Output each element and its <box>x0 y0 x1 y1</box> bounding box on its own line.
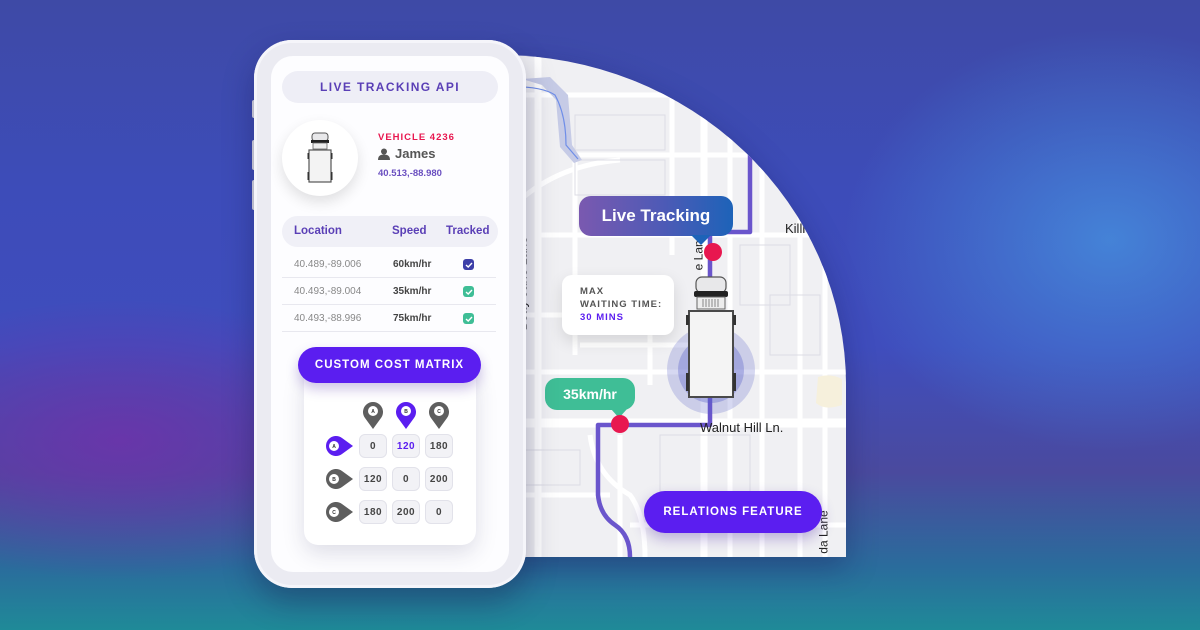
vehicle-coordinates: 40.513,-88.980 <box>378 168 442 179</box>
vehicle-id: VEHICLE 4236 <box>378 132 455 143</box>
matrix-cell-c-b[interactable]: 200 <box>392 500 420 524</box>
matrix-cell-a-a[interactable]: 0 <box>359 434 387 458</box>
matrix-cell-a-b[interactable]: 120 <box>392 434 420 458</box>
row-location: 40.493,-89.004 <box>294 286 362 297</box>
matrix-cell-c-c[interactable]: 0 <box>425 500 453 524</box>
column-header-tracked: Tracked <box>446 225 490 237</box>
column-pin-b-label: B <box>404 409 408 415</box>
street-label-walnut-hill: Walnut Hill Ln. <box>700 420 784 435</box>
row-speed: 60km/hr <box>393 259 432 270</box>
column-pin-a-label: A <box>371 409 375 415</box>
driver-name-text: James <box>395 146 436 161</box>
street-label-top-partial: C <box>748 125 763 135</box>
check-icon <box>465 289 473 295</box>
row-location: 40.493,-88.996 <box>294 313 362 324</box>
table-row[interactable]: 40.493,-88.996 75km/hr <box>282 305 496 332</box>
column-header-location: Location <box>294 225 342 237</box>
driver-name: James <box>378 146 435 161</box>
vehicle-avatar <box>282 120 358 196</box>
column-pin-b-icon: B <box>396 402 416 429</box>
column-header-speed: Speed <box>392 225 427 237</box>
truck-avatar-icon <box>307 132 333 183</box>
relations-feature-button[interactable]: RELATIONS FEATURE <box>644 491 822 533</box>
wait-line-1: MAX <box>580 286 605 297</box>
truck-icon <box>686 276 736 398</box>
tracked-checkbox[interactable] <box>463 313 474 324</box>
column-pin-c-label: C <box>437 409 441 415</box>
row-speed: 35km/hr <box>393 286 432 297</box>
row-pin-c-label: C <box>332 510 336 516</box>
wait-value: 30 MINS <box>580 312 624 323</box>
tracked-checkbox[interactable] <box>463 259 474 270</box>
user-icon <box>378 148 390 160</box>
page-title: LIVE TRACKING API <box>282 71 498 103</box>
tracked-checkbox[interactable] <box>463 286 474 297</box>
check-icon <box>465 316 473 322</box>
live-tracking-bubble: Live Tracking <box>579 196 733 245</box>
speed-bubble: 35km/hr <box>545 378 635 418</box>
matrix-cell-b-b[interactable]: 0 <box>392 467 420 491</box>
max-waiting-time-card: MAX WAITING TIME: 30 MINS <box>562 275 674 335</box>
check-icon <box>465 262 473 268</box>
live-tracking-label: Live Tracking <box>601 206 711 225</box>
row-pin-b-label: B <box>332 477 336 483</box>
row-pin-a-label: A <box>332 444 336 450</box>
matrix-cell-b-a[interactable]: 120 <box>359 467 387 491</box>
column-pin-c-icon: C <box>429 402 449 429</box>
matrix-cell-c-a[interactable]: 180 <box>359 500 387 524</box>
row-speed: 75km/hr <box>393 313 432 324</box>
tracking-table-header: Location Speed Tracked <box>282 216 498 247</box>
table-row[interactable]: 40.489,-89.006 60km/hr <box>282 251 496 278</box>
column-pin-a-icon: A <box>363 402 383 429</box>
table-row[interactable]: 40.493,-89.004 35km/hr <box>282 278 496 305</box>
row-pin-a-icon: A <box>326 436 353 456</box>
row-pin-c-icon: C <box>326 502 353 522</box>
speed-point-dot[interactable] <box>611 415 629 433</box>
matrix-cell-b-c[interactable]: 200 <box>425 467 453 491</box>
speed-label: 35km/hr <box>563 386 617 402</box>
row-location: 40.489,-89.006 <box>294 259 362 270</box>
page-title-text: LIVE TRACKING API <box>319 80 461 94</box>
cost-matrix-card: A B C A B C 0 120 180 120 0 200 180 200 … <box>304 367 476 545</box>
row-pin-b-icon: B <box>326 469 353 489</box>
matrix-cell-a-c[interactable]: 180 <box>425 434 453 458</box>
street-label-killion: Killion D <box>785 221 833 236</box>
custom-cost-matrix-button[interactable]: CUSTOM COST MATRIX <box>298 347 481 383</box>
vehicle-location-dot[interactable] <box>704 243 722 261</box>
wait-line-2: WAITING TIME: <box>580 299 663 310</box>
